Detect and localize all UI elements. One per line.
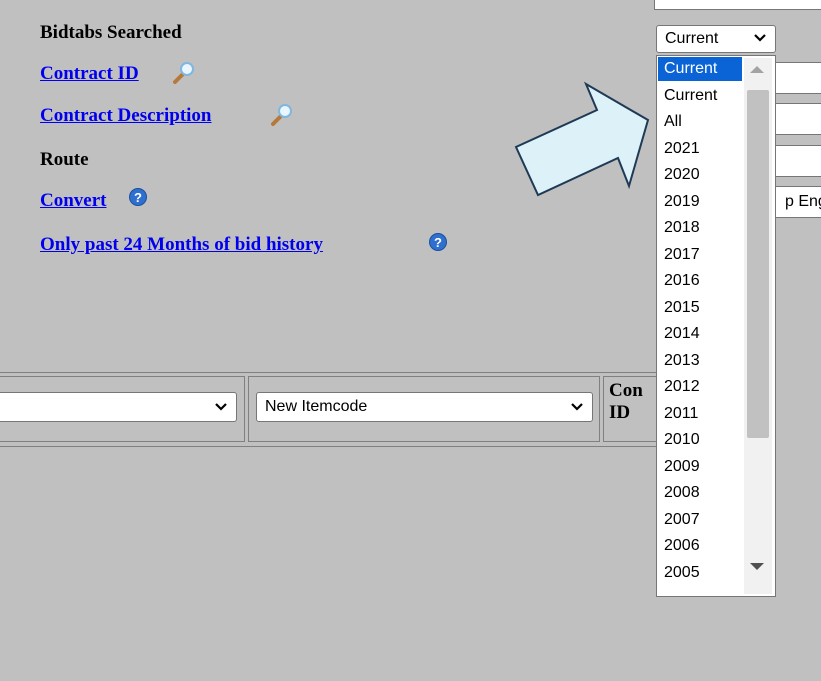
form-panel: Bidtabs Searched Contract ID Contract De… [0,0,821,681]
arrow-annotation [514,81,650,197]
